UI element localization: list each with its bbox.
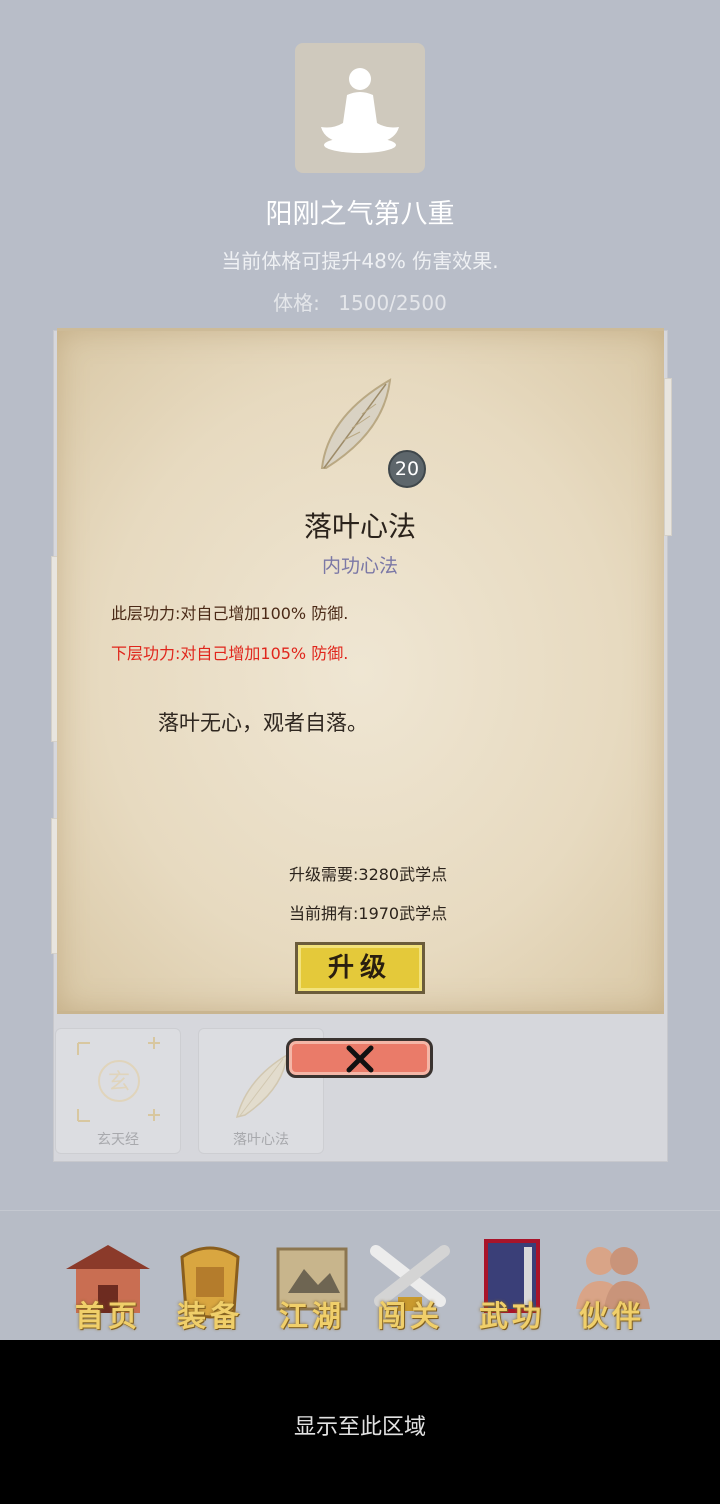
close-button[interactable]: [286, 1038, 433, 1078]
realm-title: 阳刚之气第八重: [265, 199, 455, 230]
skill-slot-1[interactable]: 玄 玄天经: [55, 1028, 181, 1154]
next-level-effect: 下层功力:对自己增加105% 防御.: [111, 644, 349, 663]
slot-label: 玄天经: [97, 1132, 139, 1148]
nav-martial-arts[interactable]: 武功: [464, 1231, 560, 1333]
meditation-avatar: [295, 43, 425, 173]
nav-label: 江湖: [278, 1299, 345, 1333]
physique-label: 体格:: [273, 291, 320, 315]
skill-type: 内功心法: [321, 555, 398, 577]
nav-label: 闯关: [376, 1299, 443, 1333]
realm-description: 当前体格可提升48% 伤害效果.: [221, 249, 499, 273]
nav-label: 首页: [74, 1299, 141, 1333]
nav-label: 伙伴: [578, 1299, 645, 1333]
slot-label: 落叶心法: [233, 1132, 289, 1148]
close-icon: [346, 1045, 374, 1073]
nav-label: 武功: [478, 1299, 545, 1333]
nav-jianghu[interactable]: 江湖: [264, 1231, 360, 1333]
skill-level-badge: 20: [388, 450, 426, 488]
upgrade-requirement: 升级需要:3280武学点: [289, 865, 448, 884]
nav-partners[interactable]: 伙伴: [564, 1231, 660, 1333]
upgrade-button[interactable]: 升级: [295, 942, 425, 994]
physique-value: 1500/2500: [338, 291, 447, 315]
current-points: 当前拥有:1970武学点: [289, 904, 448, 923]
leaf-icon: [320, 378, 392, 469]
meditation-icon: [321, 68, 399, 153]
current-level-effect: 此层功力:对自己增加100% 防御.: [111, 604, 349, 623]
nav-equipment[interactable]: 装备: [162, 1231, 258, 1333]
nav-label: 装备: [176, 1299, 243, 1333]
skill-name: 落叶心法: [303, 510, 416, 543]
svg-text:玄: 玄: [108, 1070, 130, 1095]
display-area-hint: 显示至此区域: [293, 1415, 426, 1440]
skill-motto: 落叶无心，观者自落。: [158, 711, 368, 735]
nav-home[interactable]: 首页: [60, 1231, 156, 1333]
bottom-nav: 首页 装备 江湖 闯关 武功 伙伴: [0, 1210, 720, 1340]
nav-challenge[interactable]: 闯关: [362, 1231, 458, 1333]
physique-row: 体格: 1500/2500: [0, 287, 720, 316]
